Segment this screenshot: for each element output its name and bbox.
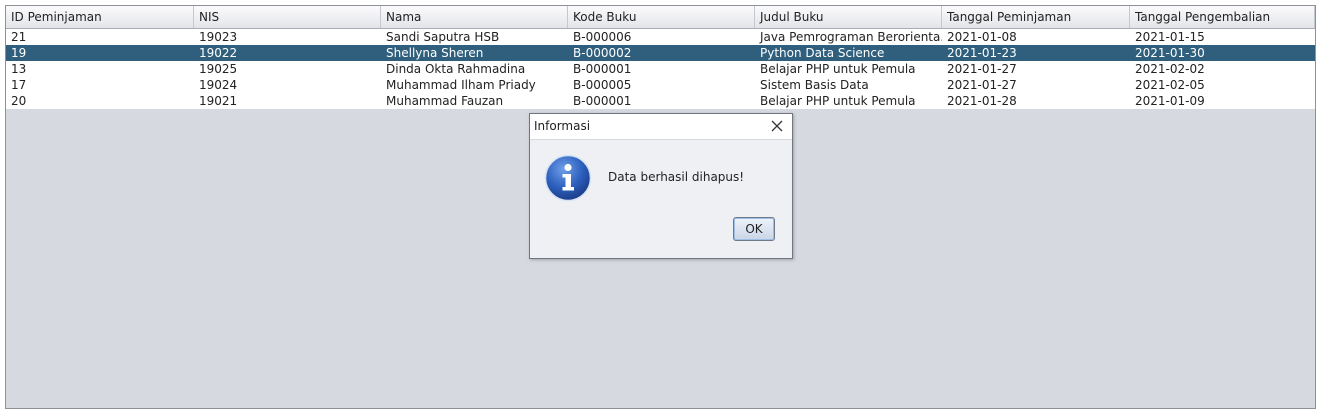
table-cell: B-000005 [573, 78, 632, 92]
table-cell: 2021-01-28 [947, 94, 1017, 108]
table-header: ID Peminjaman NIS Nama Kode Buku Judul B… [6, 6, 1315, 29]
table-cell: Dinda Okta Rahmadina [386, 62, 526, 76]
table-cell: B-000001 [573, 62, 632, 76]
column-header-nis[interactable]: NIS [194, 6, 381, 28]
table-cell: 19022 [199, 46, 238, 60]
table-cell: 2021-01-27 [947, 62, 1017, 76]
table-row[interactable]: 17 19024 Muhammad Ilham Priady B-000005 … [6, 77, 1315, 93]
table-cell: Belajar PHP untuk Pemula [760, 62, 916, 76]
table-cell: Belajar PHP untuk Pemula [760, 94, 916, 108]
table-cell: B-000006 [573, 30, 632, 44]
table-cell: 19 [11, 46, 27, 60]
table-cell: 2021-02-02 [1135, 62, 1205, 76]
table-cell: B-000002 [573, 46, 632, 60]
column-header-nama[interactable]: Nama [381, 6, 568, 28]
table-cell: 2021-01-15 [1135, 30, 1205, 44]
column-header-tanggal-peminjaman[interactable]: Tanggal Peminjaman [942, 6, 1130, 28]
dialog-message: Data berhasil dihapus! [608, 170, 745, 184]
table-cell: 19025 [199, 62, 238, 76]
table-cell: 19024 [199, 78, 238, 92]
table-cell: 2021-01-30 [1135, 46, 1205, 60]
table-cell: Muhammad Fauzan [386, 94, 504, 108]
table-cell: Sandi Saputra HSB [386, 30, 500, 44]
dialog-titlebar[interactable]: Informasi [530, 114, 792, 140]
table-cell: 13 [11, 62, 27, 76]
column-header-kode-buku[interactable]: Kode Buku [568, 6, 755, 28]
close-button[interactable] [768, 117, 786, 135]
ok-button[interactable]: OK [733, 217, 775, 241]
dialog-title: Informasi [534, 119, 591, 133]
table-cell: 21 [11, 30, 27, 44]
column-header-id-peminjaman[interactable]: ID Peminjaman [6, 6, 194, 28]
table-cell: 20 [11, 94, 27, 108]
table-row-selected[interactable]: 19 19022 Shellyna Sheren B-000002 Python… [6, 45, 1315, 61]
table-cell: Muhammad Ilham Priady [386, 78, 536, 92]
table-row[interactable]: 21 19023 Sandi Saputra HSB B-000006 Java… [6, 29, 1315, 45]
table-cell: 2021-01-08 [947, 30, 1017, 44]
table-cell: Shellyna Sheren [386, 46, 484, 60]
table-cell: 2021-02-05 [1135, 78, 1205, 92]
table-cell: 19021 [199, 94, 238, 108]
info-dialog[interactable]: Informasi Data berhasil dihapus! OK [529, 113, 793, 259]
table-row[interactable]: 20 19021 Muhammad Fauzan B-000001 Belaja… [6, 93, 1315, 109]
table-row[interactable]: 13 19025 Dinda Okta Rahmadina B-000001 B… [6, 61, 1315, 77]
table-cell: B-000001 [573, 94, 632, 108]
table-cell: Sistem Basis Data [760, 78, 869, 92]
close-icon [771, 120, 783, 132]
table-cell: 17 [11, 78, 27, 92]
table-cell: 2021-01-23 [947, 46, 1017, 60]
column-header-tanggal-pengembalian[interactable]: Tanggal Pengembalian [1130, 6, 1315, 28]
table-body: 21 19023 Sandi Saputra HSB B-000006 Java… [6, 29, 1315, 109]
info-icon [544, 154, 592, 202]
table-cell: 2021-01-27 [947, 78, 1017, 92]
table-cell: Python Data Science [760, 46, 885, 60]
table-cell: 19023 [199, 30, 238, 44]
table-cell: 2021-01-09 [1135, 94, 1205, 108]
table-cell: Java Pemrograman Berorienta... [760, 30, 942, 44]
column-header-judul-buku[interactable]: Judul Buku [755, 6, 942, 28]
